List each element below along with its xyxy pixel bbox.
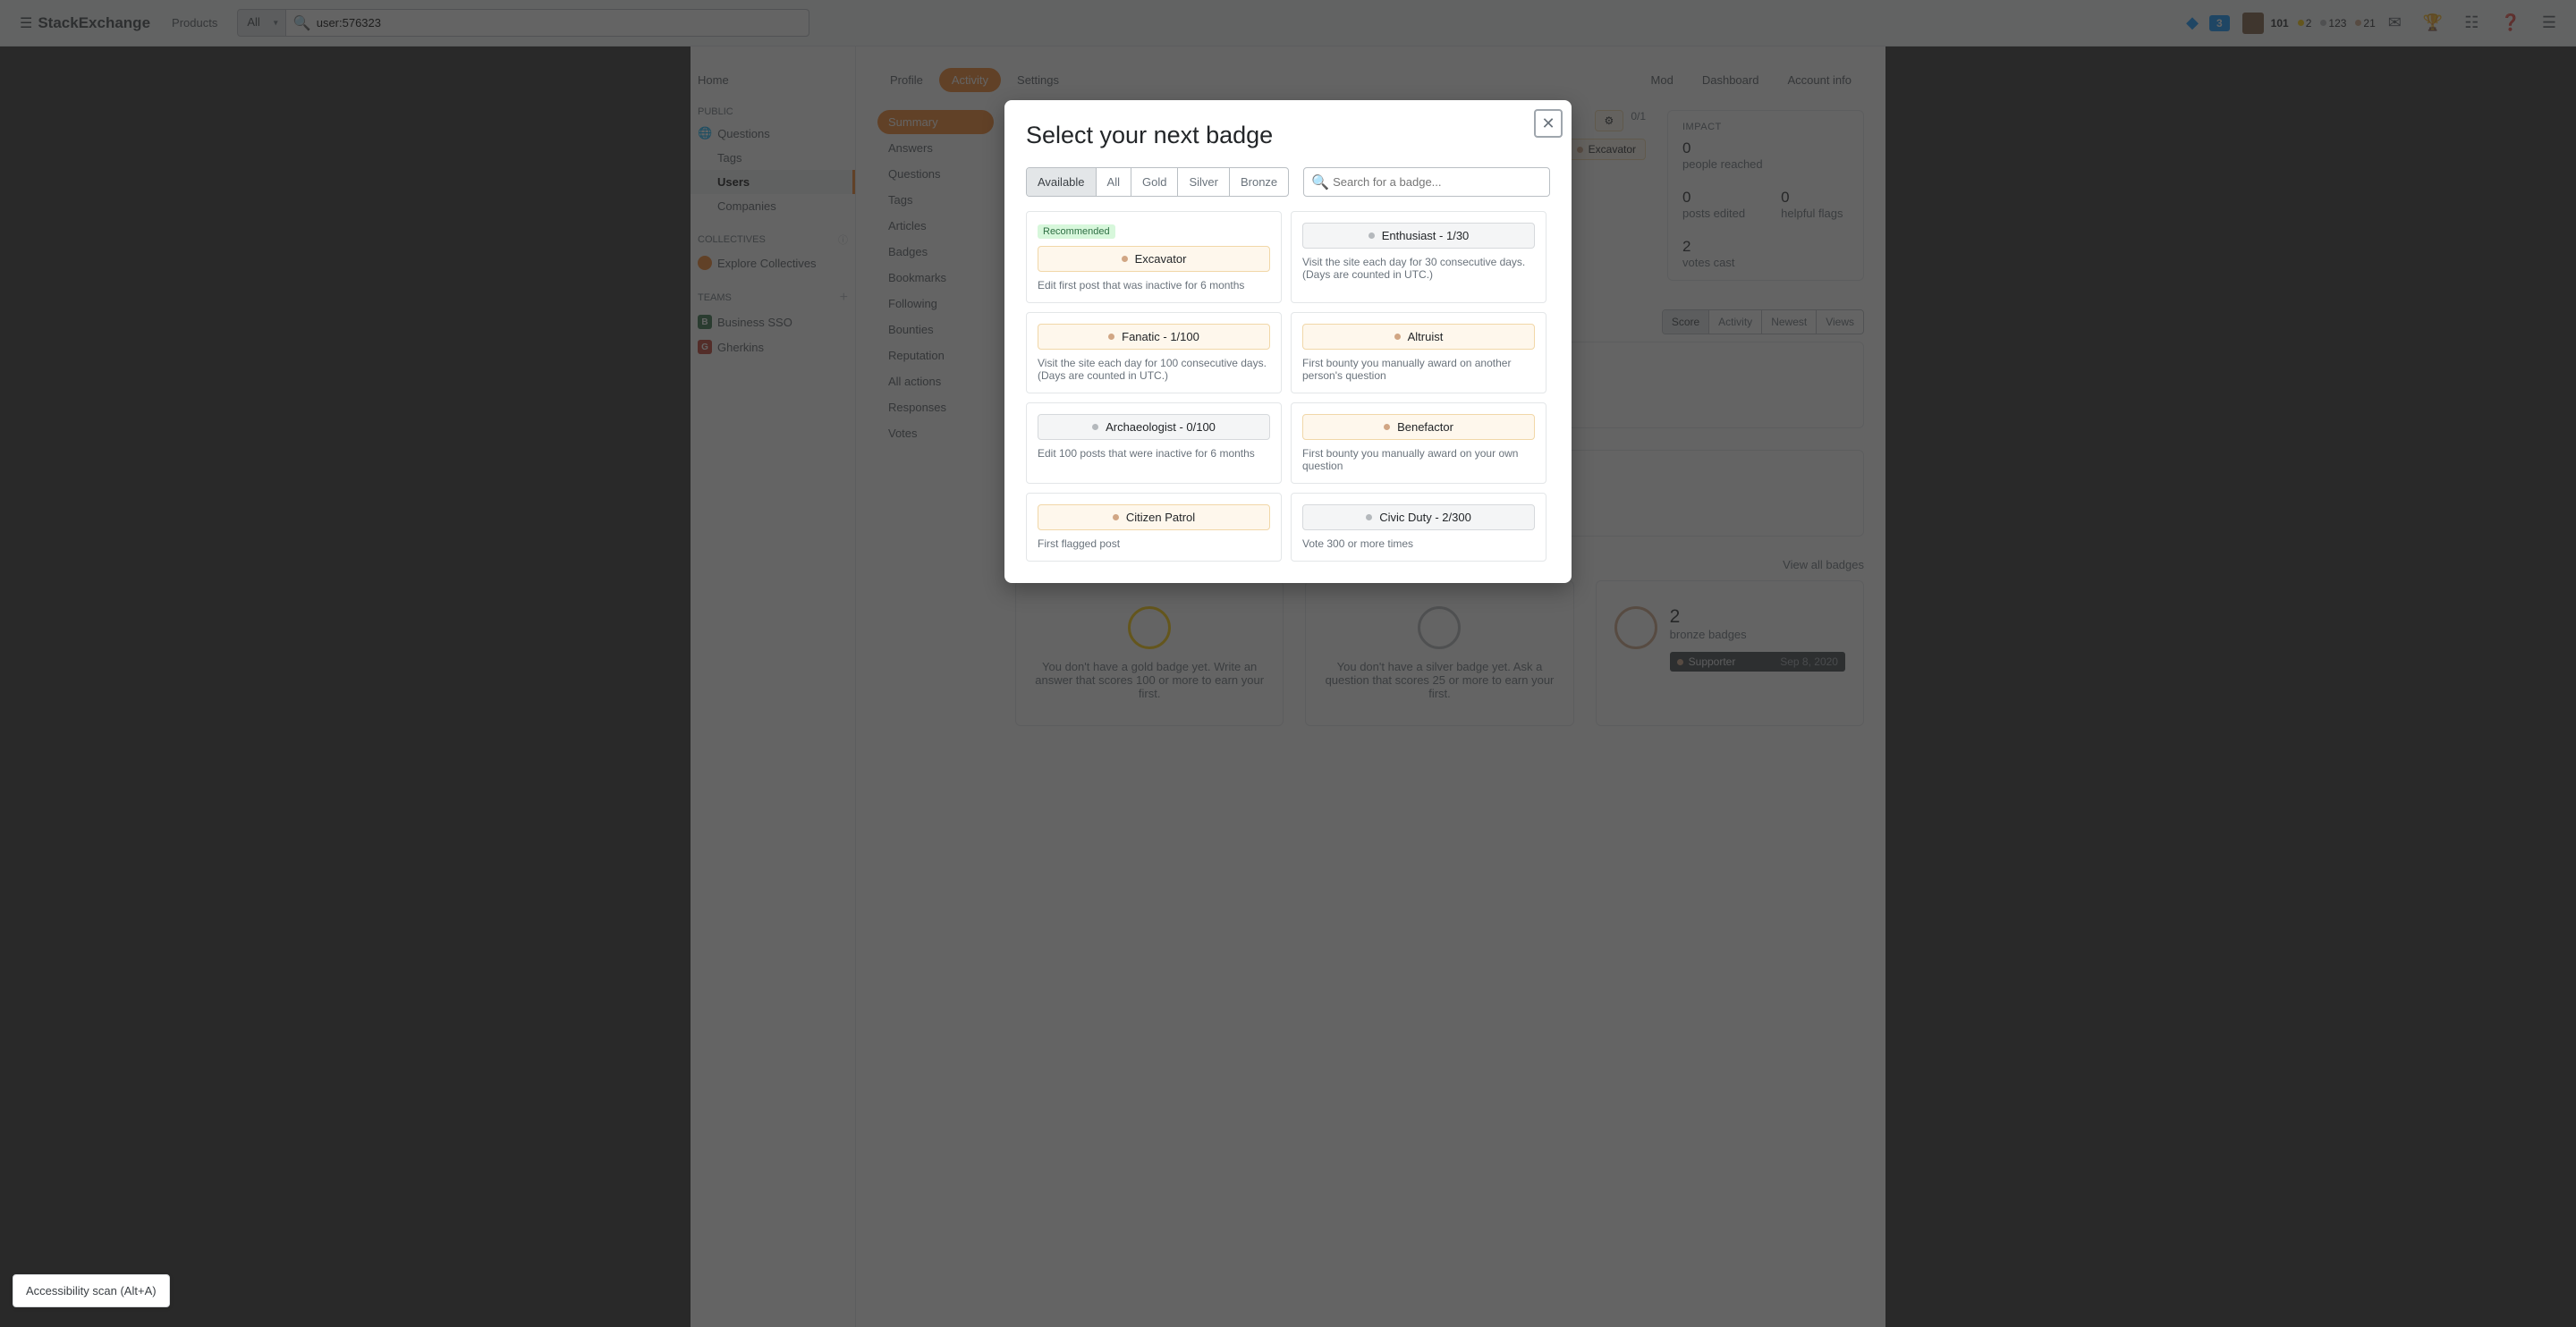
filter-all[interactable]: All — [1096, 168, 1131, 196]
filter-available[interactable]: Available — [1027, 168, 1096, 196]
badge-dot-icon — [1384, 424, 1390, 430]
badge-dot-icon — [1108, 334, 1114, 340]
badge-name: Citizen Patrol — [1126, 511, 1195, 524]
recommended-tag: Recommended — [1038, 224, 1115, 239]
badge-option[interactable]: Citizen Patrol First flagged post — [1026, 493, 1282, 562]
badge-name: Altruist — [1408, 330, 1444, 343]
badge-name-box: Archaeologist - 0/100 — [1038, 414, 1270, 440]
badge-option[interactable]: Fanatic - 1/100 Visit the site each day f… — [1026, 312, 1282, 393]
search-icon: 🔍 — [1311, 173, 1329, 191]
badge-name: Archaeologist - 0/100 — [1106, 420, 1216, 434]
badge-option[interactable]: Enthusiast - 1/30 Visit the site each day… — [1291, 211, 1546, 303]
badge-description: Edit first post that was inactive for 6 … — [1038, 279, 1270, 292]
badge-name-box: Citizen Patrol — [1038, 504, 1270, 530]
badge-name-box: Enthusiast - 1/30 — [1302, 223, 1535, 249]
badge-dot-icon — [1394, 334, 1401, 340]
badge-dot-icon — [1122, 256, 1128, 262]
badge-dot-icon — [1113, 514, 1119, 520]
badge-description: Visit the site each day for 30 consecuti… — [1302, 256, 1535, 281]
badge-option[interactable]: Archaeologist - 0/100 Edit 100 posts that… — [1026, 402, 1282, 484]
badge-name: Benefactor — [1397, 420, 1453, 434]
badge-description: Edit 100 posts that were inactive for 6 … — [1038, 447, 1270, 460]
badge-option[interactable]: Benefactor First bounty you manually awar… — [1291, 402, 1546, 484]
badge-description: First bounty you manually award on anoth… — [1302, 357, 1535, 382]
badge-name-box: Civic Duty - 2/300 — [1302, 504, 1535, 530]
badge-select-modal: ✕ Select your next badge Available All G… — [1004, 100, 1572, 583]
modal-title: Select your next badge — [1026, 122, 1550, 149]
badge-dot-icon — [1366, 514, 1372, 520]
badge-dot-icon — [1368, 232, 1375, 239]
badge-description: First bounty you manually award on your … — [1302, 447, 1535, 472]
accessibility-scan[interactable]: Accessibility scan (Alt+A) — [13, 1274, 170, 1307]
filter-bronze[interactable]: Bronze — [1229, 168, 1288, 196]
badge-search-input[interactable] — [1329, 168, 1542, 196]
badge-name: Fanatic - 1/100 — [1122, 330, 1199, 343]
badge-tier-tabs: Available All Gold Silver Bronze — [1026, 167, 1289, 197]
badge-option[interactable]: Altruist First bounty you manually award … — [1291, 312, 1546, 393]
filter-gold[interactable]: Gold — [1131, 168, 1177, 196]
filter-silver[interactable]: Silver — [1177, 168, 1229, 196]
badge-name-box: Fanatic - 1/100 — [1038, 324, 1270, 350]
badge-description: Vote 300 or more times — [1302, 537, 1535, 550]
badge-name: Excavator — [1135, 252, 1187, 266]
badge-name: Enthusiast - 1/30 — [1382, 229, 1470, 242]
modal-backdrop[interactable]: ✕ Select your next badge Available All G… — [0, 0, 2576, 1327]
badge-name: Civic Duty - 2/300 — [1379, 511, 1471, 524]
badge-name-box: Benefactor — [1302, 414, 1535, 440]
close-icon: ✕ — [1541, 114, 1555, 133]
close-button[interactable]: ✕ — [1534, 109, 1563, 138]
badge-name-box: Altruist — [1302, 324, 1535, 350]
badge-description: Visit the site each day for 100 consecut… — [1038, 357, 1270, 382]
badge-search: 🔍 — [1303, 167, 1550, 197]
badge-option[interactable]: Civic Duty - 2/300 Vote 300 or more times — [1291, 493, 1546, 562]
badge-name-box: Excavator — [1038, 246, 1270, 272]
badge-dot-icon — [1092, 424, 1098, 430]
badge-description: First flagged post — [1038, 537, 1270, 550]
badge-option[interactable]: Recommended Excavator Edit first post that… — [1026, 211, 1282, 303]
badge-grid[interactable]: Recommended Excavator Edit first post that… — [1026, 211, 1550, 562]
